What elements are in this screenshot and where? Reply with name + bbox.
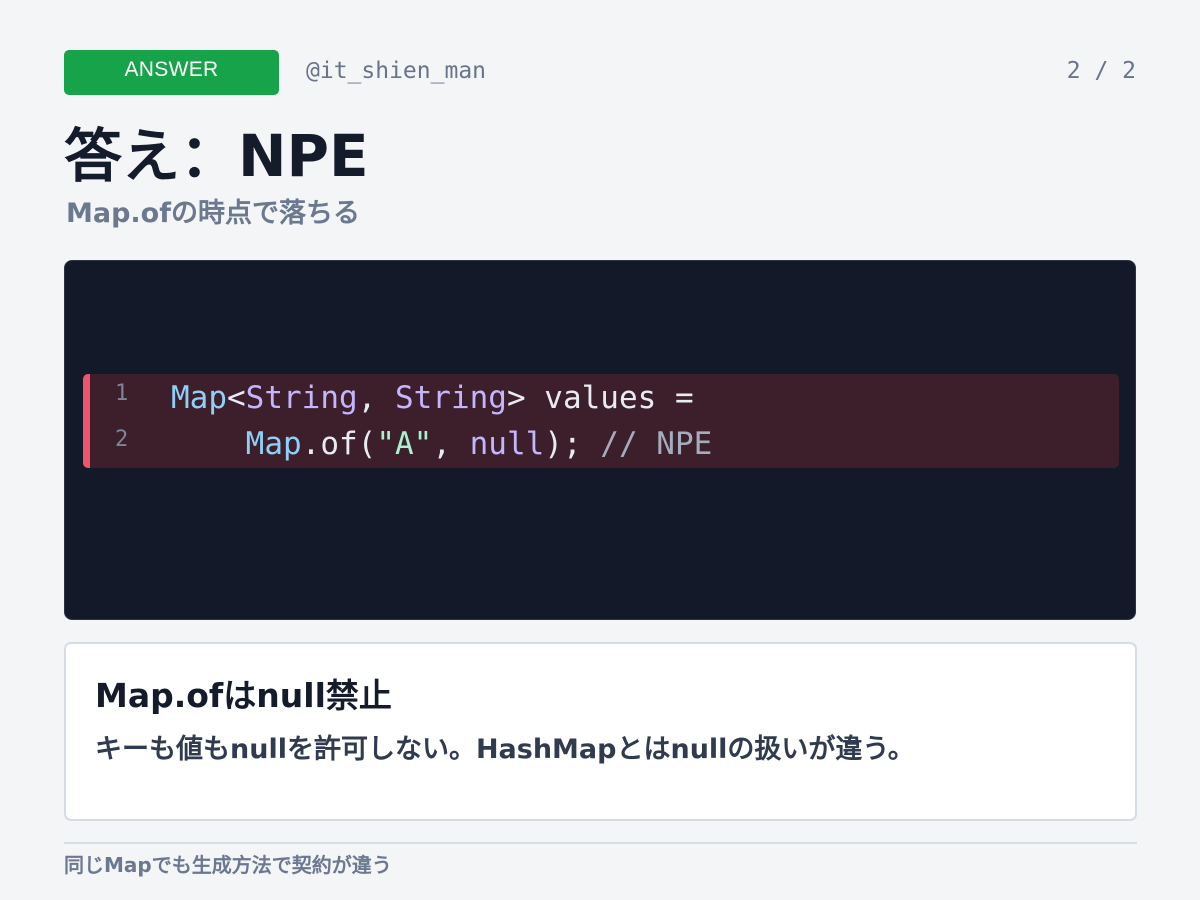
token-type: Map — [245, 426, 302, 462]
token-identifier: > values = — [506, 380, 694, 416]
token-comment: // NPE — [600, 426, 713, 462]
explanation-body: キーも値もnullを許可しない。HashMapとはnullの扱いが違う。 — [95, 734, 915, 765]
code-panel: 1 Map<String, String> values = 2 Map.of(… — [64, 260, 1136, 620]
token-method-call: .of( — [301, 426, 377, 462]
code-text: Map<String, String> values = — [171, 375, 694, 421]
footer-caption: 同じMapでも生成方法で契約が違う — [64, 853, 392, 877]
line-number: 1 — [115, 381, 129, 406]
token-punctuation: ); — [544, 426, 601, 462]
code-line-2: 2 Map.of("A", null); // NPE — [83, 421, 1119, 467]
token-type-param: String — [245, 380, 358, 416]
code-text: Map.of("A", null); // NPE — [171, 421, 713, 467]
token-punctuation: , — [432, 426, 470, 462]
answer-badge: ANSWER — [64, 50, 279, 95]
page-title: 答え：NPE — [64, 122, 369, 190]
author-handle: @it_shien_man — [306, 58, 487, 84]
page-indicator: 2 / 2 — [1066, 58, 1136, 84]
line-number: 2 — [115, 427, 129, 452]
code-line-1: 1 Map<String, String> values = — [83, 375, 1119, 421]
token-punctuation: < — [227, 380, 246, 416]
highlighted-code-block: 1 Map<String, String> values = 2 Map.of(… — [83, 374, 1119, 468]
token-punctuation: , — [357, 380, 395, 416]
token-type-param: String — [394, 380, 507, 416]
explanation-card: Map.ofはnull禁止 キーも値もnullを許可しない。HashMapとはn… — [64, 642, 1137, 821]
explanation-title: Map.ofはnull禁止 — [95, 676, 392, 715]
token-string: "A" — [376, 426, 433, 462]
token-keyword: null — [469, 426, 545, 462]
token-type: Map — [171, 380, 227, 416]
page-subtitle: Map.ofの時点で落ちる — [66, 198, 360, 229]
footer-divider — [64, 842, 1137, 844]
